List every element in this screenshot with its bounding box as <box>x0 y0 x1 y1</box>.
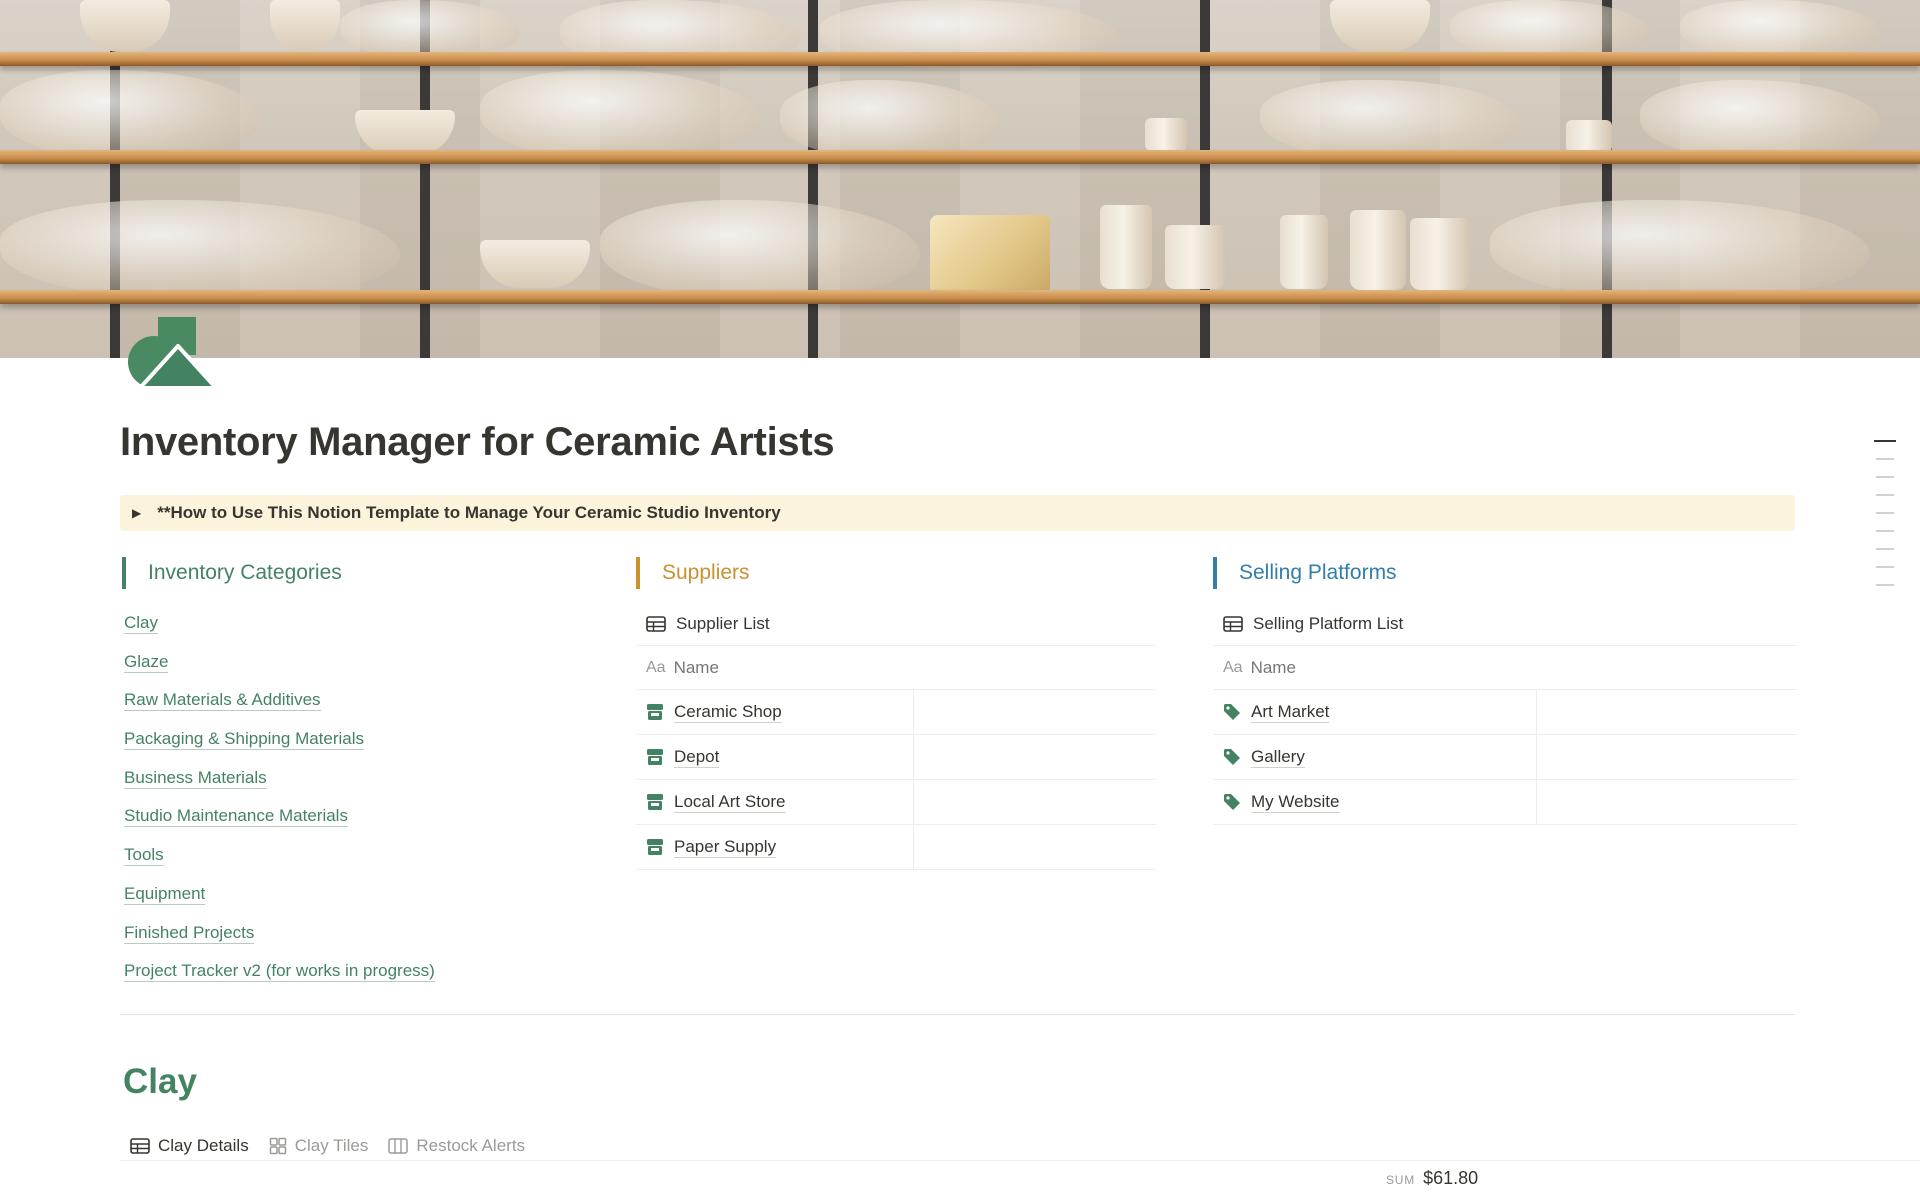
clay-section-heading[interactable]: Clay <box>123 1062 197 1102</box>
tab-restock-alerts[interactable]: Restock Alerts <box>388 1136 525 1156</box>
category-link-project-tracker[interactable]: Project Tracker v2 (for works in progres… <box>122 952 602 991</box>
store-icon <box>647 704 663 720</box>
platform-row[interactable]: Gallery <box>1213 735 1797 780</box>
toc-marker[interactable] <box>1876 476 1894 478</box>
selling-platforms-heading: Selling Platforms <box>1213 556 1797 590</box>
toc-marker[interactable] <box>1876 512 1894 514</box>
supplier-row[interactable]: Depot <box>636 735 1156 780</box>
supplier-row[interactable]: Local Art Store <box>636 780 1156 825</box>
inventory-categories-heading: Inventory Categories <box>122 556 602 590</box>
table-icon <box>646 615 666 632</box>
tag-icon <box>1224 794 1240 810</box>
platform-row[interactable]: My Website <box>1213 780 1797 825</box>
text-property-icon: Aa <box>646 658 666 676</box>
toc-marker[interactable] <box>1874 440 1896 442</box>
category-link-packaging[interactable]: Packaging & Shipping Materials <box>122 720 602 759</box>
selling-platforms-column: Selling Platforms Selling Platform List … <box>1213 556 1797 825</box>
page-cover-image <box>0 0 1920 358</box>
platform-row[interactable]: Art Market <box>1213 690 1797 735</box>
category-link-clay[interactable]: Clay <box>122 604 602 643</box>
tab-clay-details[interactable]: Clay Details <box>130 1136 249 1156</box>
store-icon <box>647 839 663 855</box>
category-link-raw-materials[interactable]: Raw Materials & Additives <box>122 681 602 720</box>
category-link-finished-projects[interactable]: Finished Projects <box>122 914 602 953</box>
clay-view-tabs: Clay Details Clay Tiles Restock Alerts <box>130 1131 545 1161</box>
table-icon <box>130 1138 150 1154</box>
tag-icon <box>1224 749 1240 765</box>
table-of-contents-minimap[interactable] <box>1874 440 1896 602</box>
divider <box>120 1014 1795 1015</box>
store-icon <box>647 794 663 810</box>
category-link-studio-maintenance[interactable]: Studio Maintenance Materials <box>122 797 602 836</box>
category-link-equipment[interactable]: Equipment <box>122 875 602 914</box>
toc-marker[interactable] <box>1876 458 1894 460</box>
toc-marker[interactable] <box>1876 548 1894 550</box>
suppliers-heading: Suppliers <box>636 556 1156 590</box>
toc-marker[interactable] <box>1876 530 1894 532</box>
inventory-categories-column: Inventory Categories Clay Glaze Raw Mate… <box>122 556 602 991</box>
store-icon <box>647 749 663 765</box>
tab-clay-tiles[interactable]: Clay Tiles <box>269 1136 368 1156</box>
tag-icon <box>1224 704 1240 720</box>
supplier-list-title[interactable]: Supplier List <box>636 602 1156 646</box>
shapes-icon[interactable] <box>128 316 220 392</box>
selling-platform-list-title[interactable]: Selling Platform List <box>1213 602 1797 646</box>
toggle-callout[interactable]: ▶ **How to Use This Notion Template to M… <box>120 495 1795 531</box>
board-icon <box>388 1138 409 1154</box>
supplier-row[interactable]: Paper Supply <box>636 825 1156 870</box>
table-icon <box>1223 615 1243 632</box>
gallery-icon <box>269 1137 286 1155</box>
category-link-tools[interactable]: Tools <box>122 836 602 875</box>
tabs-divider <box>120 1160 1920 1161</box>
toc-marker[interactable] <box>1876 584 1894 586</box>
toc-marker[interactable] <box>1876 566 1894 568</box>
callout-text: **How to Use This Notion Template to Man… <box>157 503 781 522</box>
category-link-business[interactable]: Business Materials <box>122 759 602 798</box>
platform-name-column-header[interactable]: Aa Name <box>1213 646 1797 690</box>
category-link-glaze[interactable]: Glaze <box>122 643 602 682</box>
toc-marker[interactable] <box>1876 494 1894 496</box>
page-title[interactable]: Inventory Manager for Ceramic Artists <box>120 420 835 465</box>
supplier-name-column-header[interactable]: Aa Name <box>636 646 1156 690</box>
text-property-icon: Aa <box>1223 658 1243 676</box>
supplier-row[interactable]: Ceramic Shop <box>636 690 1156 735</box>
suppliers-column: Suppliers Supplier List Aa Name Ceramic … <box>636 556 1156 870</box>
triangle-right-icon[interactable]: ▶ <box>132 506 141 520</box>
category-links: Clay Glaze Raw Materials & Additives Pac… <box>122 604 602 991</box>
sum-calculation[interactable]: SUM $61.80 <box>1386 1168 1478 1189</box>
